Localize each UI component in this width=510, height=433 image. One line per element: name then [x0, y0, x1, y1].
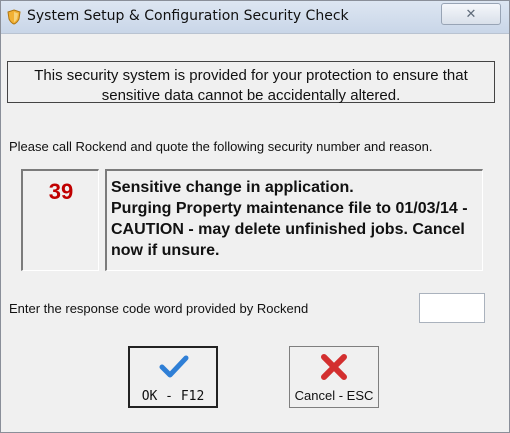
ok-button[interactable]: OK - F12 — [128, 346, 218, 408]
close-icon: ✕ — [465, 6, 477, 21]
security-number: 39 — [48, 179, 74, 204]
response-label: Enter the response code word provided by… — [9, 301, 309, 316]
security-notice: This security system is provided for you… — [7, 61, 495, 104]
instruction-text: Please call Rockend and quote the follow… — [9, 139, 433, 154]
response-code-input[interactable] — [419, 293, 485, 323]
reason-text: Sensitive change in application. Purging… — [111, 179, 468, 259]
ok-button-label: OK - F12 — [141, 389, 205, 404]
security-check-dialog: System Setup & Configuration Security Ch… — [0, 0, 510, 433]
reason-box: Sensitive change in application. Purging… — [105, 169, 483, 271]
title-bar: System Setup & Configuration Security Ch… — [1, 1, 509, 34]
checkmark-icon — [159, 355, 189, 378]
security-notice-text: This security system is provided for you… — [34, 67, 468, 104]
security-number-box: 39 — [21, 169, 99, 271]
window-title: System Setup & Configuration Security Ch… — [27, 8, 349, 24]
red-x-icon — [321, 354, 347, 380]
cancel-button-label: Cancel - ESC — [294, 388, 374, 403]
shield-icon — [7, 9, 21, 25]
cancel-button[interactable]: Cancel - ESC — [289, 346, 379, 408]
close-button[interactable]: ✕ — [441, 3, 501, 25]
